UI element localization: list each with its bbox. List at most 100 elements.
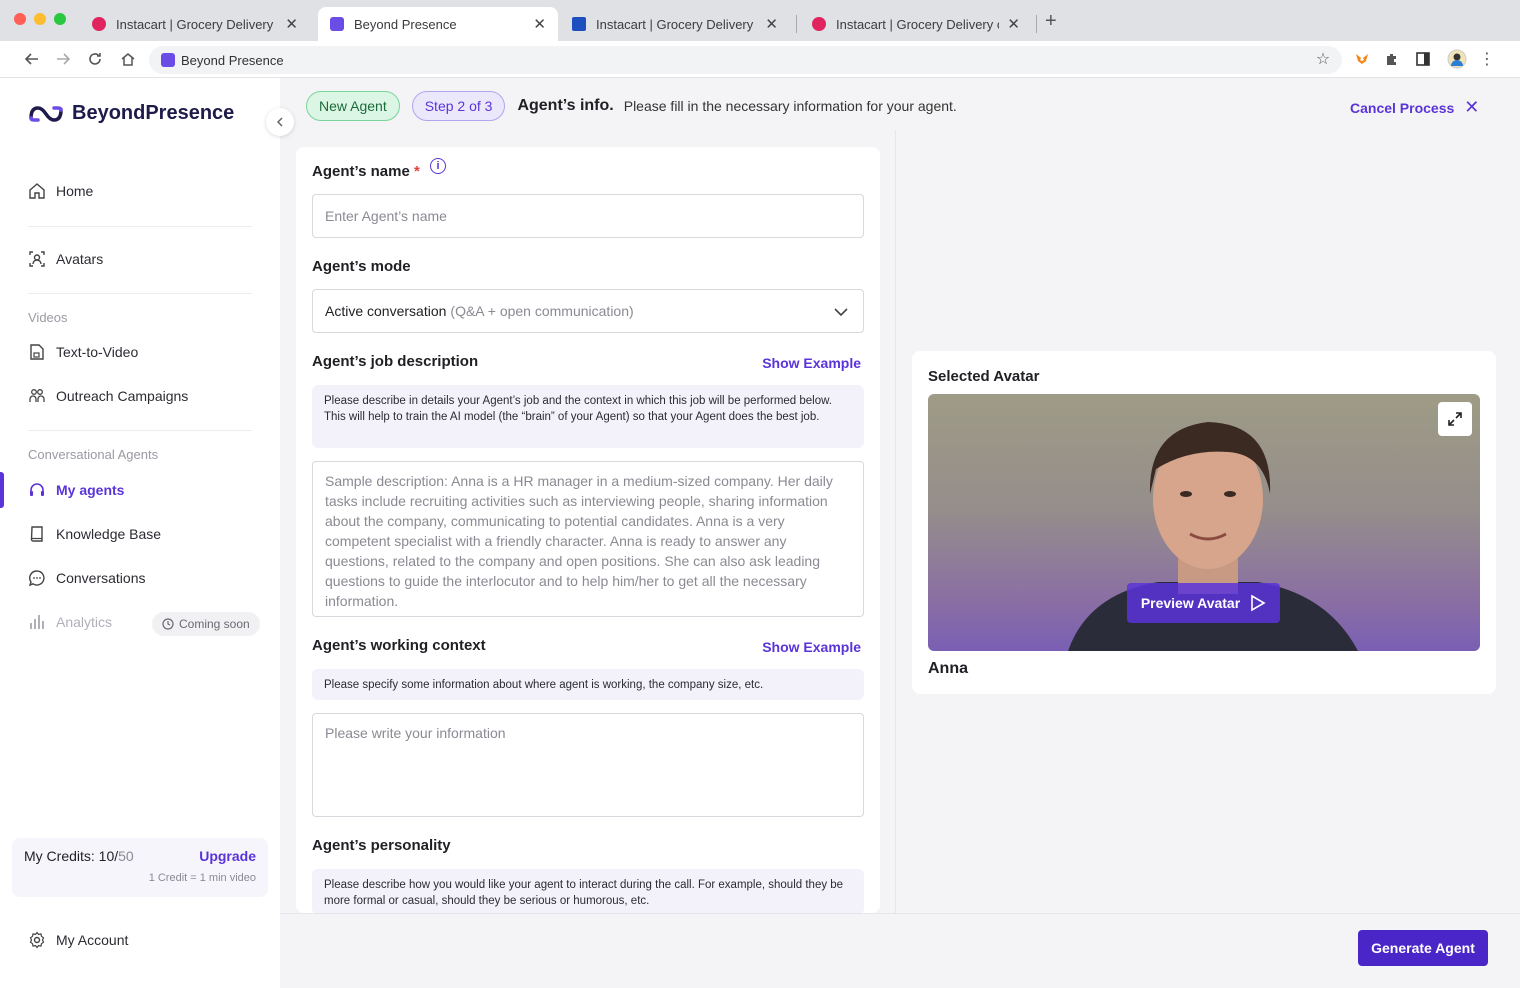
sidebar-divider: [28, 293, 252, 294]
close-tab-icon[interactable]: ✕: [533, 15, 546, 33]
zoom-window-button[interactable]: [54, 13, 66, 25]
expand-icon: [1448, 412, 1462, 426]
tab-separator: [1036, 15, 1037, 33]
personality-hint: Please describe how you would like your …: [312, 869, 864, 913]
browser-tab[interactable]: Instacart | Grocery Delivery or ✕: [800, 7, 1032, 41]
working-context-placeholder: Please write your information: [325, 725, 506, 741]
page-title: Agent’s info.: [517, 97, 614, 114]
profile-avatar[interactable]: [1447, 49, 1467, 69]
agent-mode-subtext: (Q&A + open communication): [450, 303, 634, 319]
sidebar-item-label: My Account: [56, 932, 129, 948]
sidebar-item-label: Home: [56, 183, 94, 199]
working-context-textarea[interactable]: Please write your information: [312, 713, 864, 817]
browser-menu-icon[interactable]: ⋮: [1477, 49, 1497, 69]
sidebar-item-avatars[interactable]: Avatars: [28, 250, 103, 268]
step-badge: Step 2 of 3: [411, 91, 506, 121]
close-tab-icon[interactable]: ✕: [765, 15, 778, 33]
agent-name-label-text: Agent’s name: [312, 163, 410, 180]
avatar-video-preview[interactable]: Preview Avatar: [928, 394, 1480, 651]
generate-agent-button[interactable]: Generate Agent: [1358, 930, 1488, 966]
gear-icon: [29, 931, 45, 949]
side-panel-icon[interactable]: [1413, 49, 1433, 69]
avatar-scan-icon: [29, 251, 45, 267]
sidebar-item-knowledge-base[interactable]: Knowledge Base: [28, 525, 161, 543]
credits-label: My Credits: 10/50: [24, 848, 134, 864]
browser-tab[interactable]: Instacart | Grocery Delivery or ✕: [80, 7, 310, 41]
sidebar-item-conversations[interactable]: Conversations: [28, 569, 146, 587]
sidebar-item-outreach-campaigns[interactable]: Outreach Campaigns: [28, 387, 188, 405]
agent-mode-select[interactable]: Active conversation (Q&A + open communic…: [312, 289, 864, 333]
address-bar: Beyond Presence ☆ ⋮: [0, 41, 1520, 78]
back-icon[interactable]: [22, 49, 42, 69]
new-tab-icon[interactable]: +: [1045, 10, 1057, 33]
sidebar-item-label: Conversations: [56, 570, 146, 586]
avatar-name: Anna: [928, 660, 968, 677]
sidebar-item-label: Outreach Campaigns: [56, 388, 189, 404]
job-description-label: Agent’s job description: [312, 353, 479, 370]
people-group-icon: [29, 389, 45, 402]
required-marker: *: [413, 163, 420, 180]
close-tab-icon[interactable]: ✕: [1007, 15, 1020, 33]
sidebar-item-my-account[interactable]: My Account: [28, 931, 128, 949]
metamask-icon[interactable]: [1352, 49, 1372, 69]
section-label-conversational-agents: Conversational Agents: [28, 447, 159, 462]
paypal-icon: [572, 17, 586, 31]
minimize-window-button[interactable]: [34, 13, 46, 25]
show-example-context-link[interactable]: Show Example: [762, 639, 861, 655]
job-description-textarea[interactable]: Sample description: Anna is a HR manager…: [312, 461, 864, 617]
selected-avatar-card: Selected Avatar Preview Avatar Anna: [912, 351, 1496, 694]
credits-used: My Credits: 10/: [24, 848, 119, 864]
collapse-sidebar-button[interactable]: [266, 108, 294, 136]
sidebar-item-label: Knowledge Base: [56, 526, 162, 542]
sidebar-item-analytics: Analytics: [28, 613, 112, 631]
headset-icon: [30, 483, 44, 496]
chevron-left-icon: [276, 117, 283, 127]
sidebar-item-text-to-video[interactable]: Text-to-Video: [28, 343, 138, 361]
dribbble-icon: [812, 17, 826, 31]
show-example-job-link[interactable]: Show Example: [762, 355, 861, 371]
home-icon[interactable]: [118, 49, 138, 69]
close-window-button[interactable]: [14, 13, 26, 25]
home-icon: [29, 183, 45, 199]
credits-total: 50: [118, 848, 134, 864]
expand-video-button[interactable]: [1438, 402, 1472, 436]
forward-icon[interactable]: [53, 49, 73, 69]
credits-hint: 1 Credit = 1 min video: [148, 872, 256, 884]
reload-icon[interactable]: [85, 49, 105, 69]
bar-chart-icon: [30, 615, 44, 629]
play-icon: [1251, 594, 1266, 612]
close-icon: ✕: [1464, 97, 1480, 117]
upgrade-link[interactable]: Upgrade: [199, 848, 256, 864]
page-header: New Agent Step 2 of 3 Agent’s info. Plea…: [296, 88, 1508, 124]
logo-text: BeyondPresence: [72, 102, 235, 124]
url-field[interactable]: Beyond Presence: [149, 46, 1342, 74]
extensions-icon[interactable]: [1382, 49, 1402, 69]
bookmark-star-icon[interactable]: ☆: [1313, 49, 1333, 69]
browser-tab[interactable]: Instacart | Grocery Delivery or ✕: [560, 7, 790, 41]
tab-title: Instacart | Grocery Delivery or: [116, 16, 278, 32]
sidebar-divider: [28, 226, 252, 227]
sidebar-item-label: My agents: [56, 482, 125, 498]
sidebar-item-my-agents[interactable]: My agents: [28, 481, 124, 499]
tab-title: Instacart | Grocery Delivery or: [596, 16, 758, 32]
tab-title: Instacart | Grocery Delivery or: [836, 16, 1000, 32]
coming-soon-badge: Coming soon: [152, 612, 260, 636]
panel-divider: [895, 130, 896, 913]
new-agent-badge: New Agent: [306, 91, 400, 121]
beyond-presence-logo-icon: [29, 105, 63, 122]
preview-avatar-button[interactable]: Preview Avatar: [1127, 583, 1280, 623]
agent-name-placeholder: Enter Agent’s name: [325, 208, 447, 224]
browser-tab-active[interactable]: Beyond Presence ✕: [318, 7, 558, 41]
cancel-process-button[interactable]: Cancel Process ✕: [1350, 97, 1479, 118]
job-description-placeholder: Sample description: Anna is a HR manager…: [325, 473, 833, 609]
app-logo[interactable]: BeyondPresence: [28, 102, 234, 125]
sidebar-item-home[interactable]: Home: [28, 182, 93, 200]
agent-name-input[interactable]: Enter Agent’s name: [312, 194, 864, 238]
cancel-label: Cancel Process: [1350, 99, 1455, 116]
credits-panel: My Credits: 10/50 Upgrade 1 Credit = 1 m…: [12, 838, 268, 897]
chevron-down-icon: [834, 308, 848, 317]
close-tab-icon[interactable]: ✕: [285, 15, 298, 33]
info-icon[interactable]: i: [430, 158, 446, 174]
sidebar-item-label: Analytics: [56, 614, 113, 630]
personality-label: Agent’s personality: [312, 837, 451, 854]
